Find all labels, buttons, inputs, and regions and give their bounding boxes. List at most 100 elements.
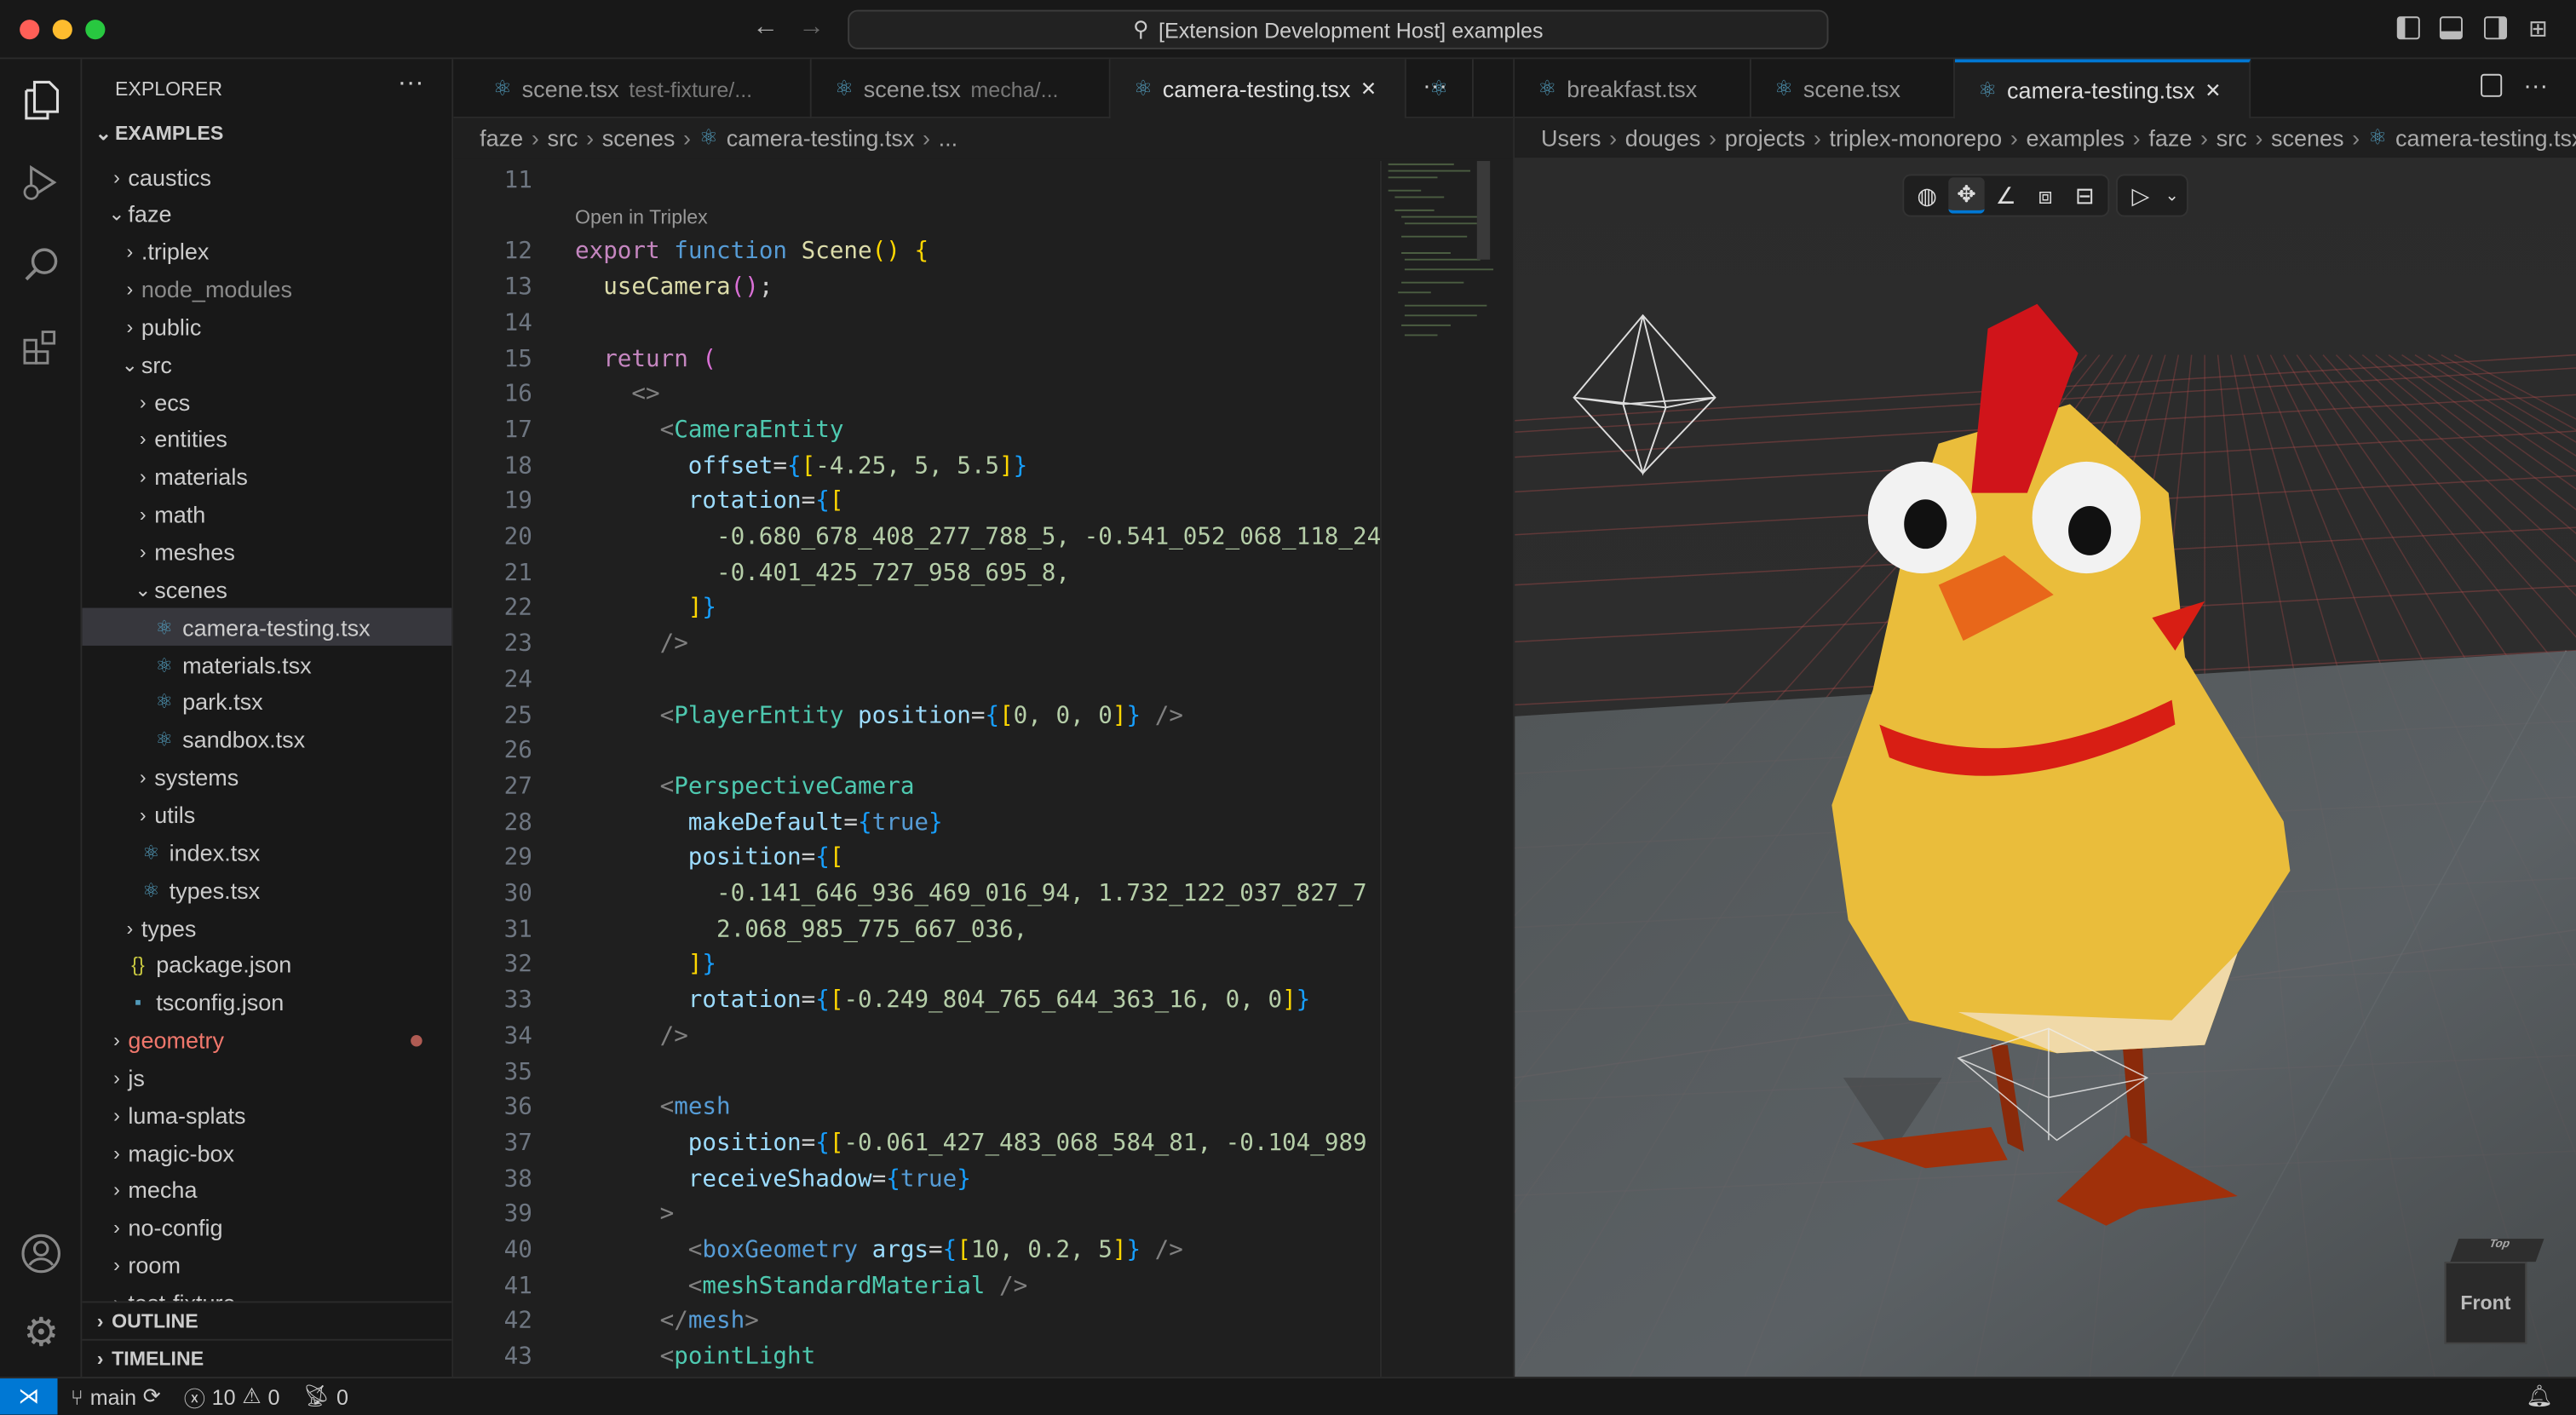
- folder-item[interactable]: › math: [82, 496, 451, 533]
- sync-icon[interactable]: ⟳: [143, 1383, 161, 1410]
- toggle-panel-icon[interactable]: [2439, 16, 2463, 40]
- file-item[interactable]: ▪ tsconfig.json: [82, 984, 451, 1021]
- folder-item[interactable]: › mecha: [82, 1171, 451, 1209]
- back-arrow-icon[interactable]: ←: [752, 13, 779, 43]
- close-tab-icon[interactable]: ✕: [1360, 78, 1377, 101]
- folder-item[interactable]: › meshes: [82, 533, 451, 571]
- breadcrumb-item[interactable]: ...: [939, 125, 958, 152]
- file-item[interactable]: {} package.json: [82, 946, 451, 984]
- move-tool-icon[interactable]: ✥: [1948, 177, 1985, 214]
- breadcrumb-item[interactable]: triplex-monorepo: [1830, 125, 2003, 152]
- manage-gear-icon[interactable]: ⚙: [16, 1308, 66, 1357]
- open-in-triplex-link[interactable]: Open in Triplex: [575, 200, 708, 236]
- chevron-down-icon[interactable]: ⌄: [2162, 177, 2182, 213]
- breadcrumb-item[interactable]: douges: [1625, 125, 1701, 152]
- folder-item[interactable]: › public: [82, 308, 451, 345]
- close-tab-icon[interactable]: ✕: [2205, 79, 2221, 102]
- breadcrumb-item[interactable]: Users: [1541, 125, 1601, 152]
- breadcrumb-item[interactable]: faze: [480, 125, 523, 152]
- breadcrumb-item[interactable]: scenes: [2271, 125, 2344, 152]
- split-editor-icon[interactable]: [2481, 73, 2503, 97]
- run-debug-icon[interactable]: [16, 158, 66, 207]
- more-actions-icon[interactable]: ···: [2523, 72, 2548, 101]
- more-actions-icon[interactable]: ···: [1423, 72, 1447, 101]
- command-center-search[interactable]: ⚲ [Extension Development Host] examples: [848, 9, 1829, 49]
- folder-item[interactable]: ⌄ faze: [82, 195, 451, 233]
- forward-arrow-icon[interactable]: →: [798, 13, 825, 43]
- explorer-icon[interactable]: [16, 76, 66, 125]
- remote-indicator-icon[interactable]: ⋊: [0, 1378, 58, 1415]
- grid-layout-icon[interactable]: ⊟: [2067, 177, 2102, 213]
- accounts-icon[interactable]: [16, 1229, 66, 1279]
- breadcrumb-item[interactable]: faze: [2148, 125, 2192, 152]
- code-line: 27 <PerspectiveCamera: [453, 770, 1380, 806]
- file-item[interactable]: ⚛ materials.tsx: [82, 646, 451, 683]
- folder-item[interactable]: ⌄ src: [82, 345, 451, 383]
- notifications-bell-icon[interactable]: 🔔︎: [2526, 1383, 2553, 1410]
- toggle-sidebar-icon[interactable]: [2396, 16, 2420, 40]
- maximize-window-button[interactable]: [85, 20, 106, 40]
- scale-tool-icon[interactable]: ⧈: [2027, 177, 2063, 213]
- scene-viewport[interactable]: ◍ ✥ ∠ ⧈ ⊟ ▷ ⌄ Top Front: [1515, 158, 2576, 1378]
- editor-tab[interactable]: ⚛ camera-testing.tsx ✕: [1954, 59, 2251, 118]
- problems-status[interactable]: ⓧ 10 ⚠ 0: [184, 1381, 280, 1412]
- breadcrumb-item[interactable]: src: [547, 125, 578, 152]
- file-item[interactable]: ⚛ types.tsx: [82, 871, 451, 908]
- folder-item[interactable]: › materials: [82, 458, 451, 496]
- code-area[interactable]: 11 Open in Triplex 12 export function Scene…: [453, 161, 1380, 1377]
- play-icon[interactable]: ▷: [2123, 177, 2159, 213]
- branch-status[interactable]: ⑂ main ⟳: [71, 1383, 161, 1410]
- scrollbar-thumb[interactable]: [1476, 160, 1491, 260]
- editor-tab[interactable]: ⚛ scene.tsx mecha/...: [812, 59, 1111, 118]
- editor-tab[interactable]: ⚛ scene.tsx test-fixture/...: [470, 59, 812, 118]
- editor-tab[interactable]: ⚛ camera-testing.tsx ✕: [1110, 59, 1406, 118]
- breadcrumb-item[interactable]: examples: [2026, 125, 2125, 152]
- minimap[interactable]: [1379, 160, 1495, 1378]
- folder-item[interactable]: ⌄ scenes: [82, 571, 451, 608]
- extensions-icon[interactable]: [16, 322, 66, 371]
- view-cube[interactable]: Top Front: [2444, 1239, 2544, 1347]
- view-cube-top[interactable]: Top: [2450, 1239, 2544, 1263]
- folder-item[interactable]: › luma-splats: [82, 1096, 451, 1134]
- ports-status[interactable]: 📡︎ 0: [302, 1383, 348, 1410]
- search-icon[interactable]: [16, 240, 66, 290]
- editor-tab[interactable]: ⚛ scene.tsx: [1751, 59, 1955, 118]
- customize-layout-icon[interactable]: ⊞: [2528, 14, 2548, 43]
- breadcrumb-item[interactable]: camera-testing.tsx: [727, 125, 915, 152]
- timeline-section[interactable]: › TIMELINE: [82, 1338, 452, 1378]
- folder-item[interactable]: › utils: [82, 796, 451, 833]
- codelens[interactable]: Open in Triplex: [453, 200, 1380, 236]
- breadcrumb-item[interactable]: projects: [1725, 125, 1806, 152]
- code-token: rotation: [574, 488, 802, 515]
- rotate-tool-icon[interactable]: ∠: [1988, 177, 2024, 213]
- folder-item[interactable]: › magic-box: [82, 1134, 451, 1171]
- workspace-root[interactable]: ⌄ EXAMPLES: [92, 122, 224, 145]
- file-item[interactable]: ⚛ index.tsx: [82, 833, 451, 871]
- breadcrumb-item[interactable]: src: [2217, 125, 2247, 152]
- close-window-button[interactable]: [20, 20, 40, 40]
- folder-item[interactable]: › js: [82, 1059, 451, 1096]
- breadcrumb-item[interactable]: camera-testing.tsx: [2395, 125, 2576, 152]
- file-item[interactable]: ⚛ camera-testing.tsx: [82, 607, 452, 647]
- folder-item[interactable]: › node_modules: [82, 270, 451, 308]
- scene-canvas[interactable]: [1515, 158, 2576, 1378]
- file-item[interactable]: ⚛ park.tsx: [82, 683, 451, 721]
- folder-item[interactable]: › ecs: [82, 383, 451, 421]
- globe-icon[interactable]: ◍: [1909, 177, 1945, 213]
- folder-item[interactable]: › no-config: [82, 1209, 451, 1246]
- folder-item[interactable]: › systems: [82, 758, 451, 796]
- folder-item[interactable]: › entities: [82, 421, 451, 458]
- editor-tab[interactable]: ⚛ breakfast.tsx: [1515, 59, 1751, 118]
- toggle-secondary-sidebar-icon[interactable]: [2483, 16, 2507, 40]
- minimize-window-button[interactable]: [52, 20, 72, 40]
- folder-item[interactable]: › room: [82, 1246, 451, 1284]
- folder-item[interactable]: › types: [82, 908, 451, 946]
- folder-item[interactable]: › geometry: [82, 1021, 451, 1059]
- outline-section[interactable]: › OUTLINE: [82, 1301, 452, 1339]
- breadcrumb-item[interactable]: scenes: [602, 125, 676, 152]
- file-item[interactable]: ⚛ sandbox.tsx: [82, 721, 451, 758]
- folder-item[interactable]: › .triplex: [82, 233, 451, 270]
- view-cube-front[interactable]: Front: [2444, 1262, 2527, 1344]
- folder-item[interactable]: › caustics: [82, 158, 451, 195]
- more-actions-icon[interactable]: ···: [398, 69, 424, 99]
